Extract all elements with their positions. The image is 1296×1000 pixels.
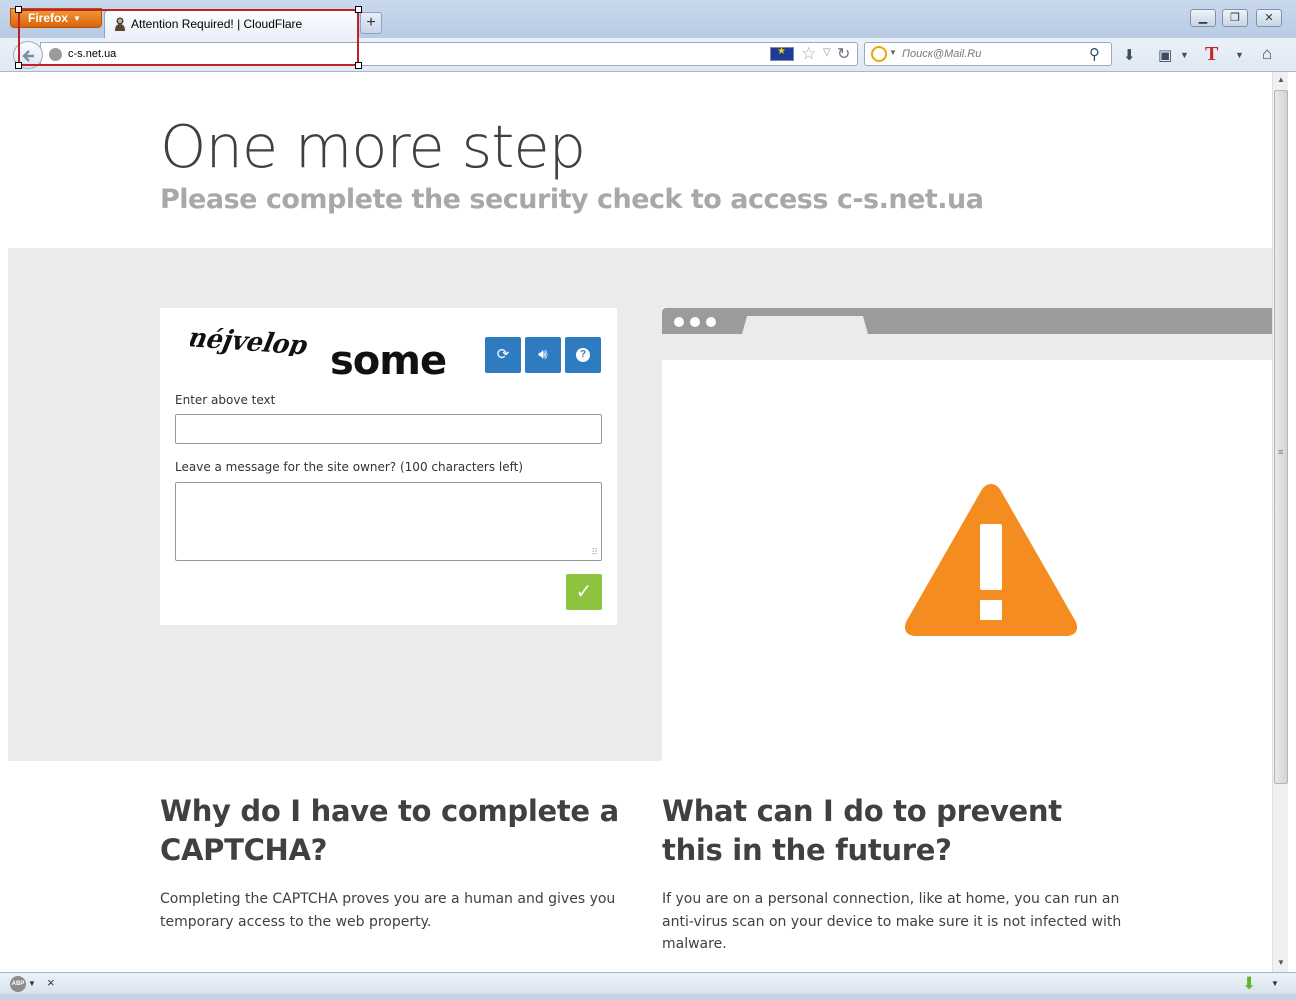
illustration-tab bbox=[742, 316, 868, 334]
t-icon[interactable]: T bbox=[1205, 43, 1218, 66]
minimize-button[interactable]: ▁ bbox=[1190, 9, 1216, 27]
download-icon[interactable]: ⬇ bbox=[1123, 46, 1136, 64]
captcha-help-button[interactable]: ? bbox=[565, 337, 601, 373]
chevron-down-icon[interactable]: ▽ bbox=[823, 47, 831, 58]
message-label: Leave a message for the site owner? (100… bbox=[175, 460, 524, 474]
illustration-dot bbox=[706, 317, 716, 327]
selection-handle bbox=[15, 62, 22, 69]
faq-text: If you are on a personal connection, lik… bbox=[662, 891, 1122, 952]
adblock-icon[interactable]: ABP bbox=[10, 976, 26, 992]
captcha-input-label: Enter above text bbox=[175, 393, 276, 407]
chevron-down-icon[interactable]: ▼ bbox=[1180, 50, 1189, 60]
star-icon[interactable]: ☆ bbox=[801, 44, 816, 64]
search-bar[interactable]: ▼ Поиск@Mail.Ru ⚲ bbox=[864, 42, 1112, 66]
captcha-card: néjvelop some ⟳ 🔊︎ ? Enter above text Le… bbox=[160, 308, 617, 625]
illustration-dot bbox=[674, 317, 684, 327]
eu-flag-icon[interactable] bbox=[770, 46, 794, 61]
faq-title: What can I do to prevent this in the fut… bbox=[662, 794, 1062, 867]
selection-handle bbox=[15, 6, 22, 13]
browser-illustration bbox=[662, 308, 1272, 761]
help-icon: ? bbox=[576, 348, 590, 363]
mailru-search-icon[interactable] bbox=[871, 46, 887, 62]
chevron-down-icon[interactable]: ▼ bbox=[1271, 979, 1279, 988]
faq-title: Why do I have to complete a CAPTCHA? bbox=[160, 794, 619, 867]
reload-icon[interactable]: ↻ bbox=[837, 44, 850, 64]
chevron-down-icon[interactable]: ▼ bbox=[1235, 50, 1244, 60]
faq-prevent: What can I do to prevent this in the fut… bbox=[662, 792, 1122, 956]
captcha-input[interactable] bbox=[175, 414, 602, 444]
captcha-audio-button[interactable]: 🔊︎ bbox=[525, 337, 561, 373]
close-window-button[interactable]: ✕ bbox=[1256, 9, 1282, 27]
restore-button[interactable]: ❐ bbox=[1222, 9, 1248, 27]
submit-button[interactable]: ✓ bbox=[566, 574, 602, 610]
resize-grip-icon[interactable]: ⠿ bbox=[591, 547, 598, 558]
faq-text: Completing the CAPTCHA proves you are a … bbox=[160, 891, 616, 930]
search-placeholder: Поиск@Mail.Ru bbox=[902, 48, 982, 60]
page-viewport: One more step Please complete the securi… bbox=[8, 72, 1272, 972]
home-icon[interactable]: ⌂ bbox=[1262, 44, 1272, 64]
grip-icon: ≡ bbox=[1278, 447, 1284, 457]
captcha-distorted-word: néjvelop bbox=[190, 328, 312, 356]
download-status-icon[interactable]: ⬇ bbox=[1242, 974, 1256, 994]
illustration-bar bbox=[662, 334, 1272, 360]
vertical-scrollbar[interactable]: ▲ ≡ ▼ bbox=[1272, 72, 1288, 972]
scroll-up-icon[interactable]: ▲ bbox=[1277, 75, 1285, 84]
faq-why-captcha: Why do I have to complete a CAPTCHA? Com… bbox=[160, 792, 620, 933]
message-textarea[interactable]: ⠿ bbox=[175, 482, 602, 561]
scroll-down-icon[interactable]: ▼ bbox=[1277, 958, 1285, 967]
speaker-icon: 🔊︎ bbox=[538, 346, 548, 363]
addon-bar: ABP ▼ × ⬇ ▼ bbox=[0, 972, 1296, 994]
illustration-toolbar bbox=[662, 308, 1272, 334]
page-title: One more step bbox=[160, 112, 586, 181]
illustration-dot bbox=[690, 317, 700, 327]
warning-icon bbox=[905, 484, 1077, 636]
selection-handle bbox=[355, 62, 362, 69]
captcha-plain-word: some bbox=[330, 338, 447, 384]
scroll-thumb[interactable]: ≡ bbox=[1274, 90, 1288, 784]
magnifier-icon[interactable]: ⚲ bbox=[1089, 45, 1100, 63]
refresh-icon: ⟳ bbox=[496, 346, 510, 363]
svg-text:néjvelop: néjvelop bbox=[190, 328, 312, 356]
bookmarks-icon[interactable]: ▣ bbox=[1158, 46, 1172, 64]
selection-highlight bbox=[18, 9, 359, 66]
os-taskbar bbox=[0, 994, 1296, 1000]
chevron-down-icon[interactable]: ▼ bbox=[28, 979, 36, 988]
page-subtitle: Please complete the security check to ac… bbox=[160, 184, 984, 215]
chevron-down-icon[interactable]: ▼ bbox=[889, 48, 897, 57]
new-tab-button[interactable]: + bbox=[360, 12, 382, 34]
captcha-refresh-button[interactable]: ⟳ bbox=[485, 337, 521, 373]
band-top-strip bbox=[662, 248, 1272, 308]
selection-handle bbox=[355, 6, 362, 13]
close-icon[interactable]: × bbox=[47, 975, 55, 990]
